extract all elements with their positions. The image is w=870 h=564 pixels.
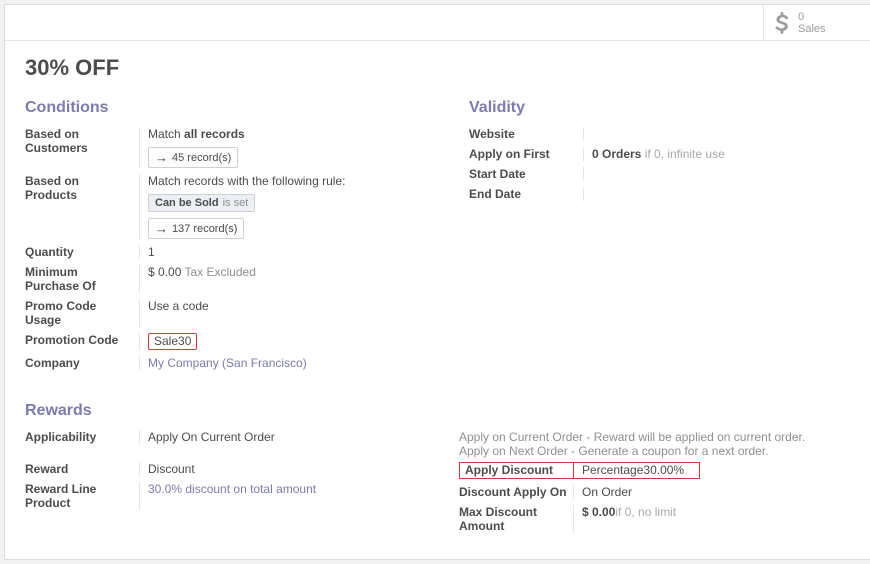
conditions-heading: Conditions: [25, 99, 409, 117]
desc-current-strong: Apply on Current Order -: [459, 430, 590, 444]
val-applicability: Apply On Current Order: [140, 430, 419, 444]
company-link[interactable]: My Company (San Francisco): [148, 356, 307, 370]
val-website: [584, 127, 853, 141]
arrow-right-icon: →: [155, 150, 168, 165]
validity-section: Validity Website Apply on First 0 Orders…: [469, 99, 853, 376]
val-apply-first: 0 Orders if 0, infinite use: [584, 147, 853, 161]
rule-can-be-sold[interactable]: Can be Sold is set: [148, 194, 255, 212]
min-purchase-amount: $ 0.00: [148, 265, 181, 279]
validity-heading: Validity: [469, 99, 853, 117]
conditions-section: Conditions Based on Customers Match all …: [25, 99, 409, 376]
max-discount-amount: $ 0.00: [582, 505, 615, 519]
val-end-date: [584, 187, 853, 201]
label-apply-first: Apply on First: [469, 147, 584, 161]
val-based-products: Match records with the following rule: C…: [140, 174, 409, 239]
val-apply-discount: Percentage30.00%: [574, 462, 853, 479]
products-match-text: Match records with the following rule:: [148, 174, 409, 188]
val-promo-usage: Use a code: [140, 299, 409, 327]
val-company: My Company (San Francisco): [140, 356, 409, 370]
label-applicability: Applicability: [25, 430, 140, 444]
ribbon-label: Sales: [798, 23, 826, 35]
products-records-button[interactable]: → 137 record(s): [148, 218, 244, 239]
apply-discount-box: Percentage30.00%: [574, 462, 700, 479]
val-based-customers: Match all records → 45 record(s): [140, 127, 409, 168]
customers-records-count: 45 record(s): [172, 152, 231, 164]
desc-current-text: Reward will be applied on current order.: [590, 430, 805, 444]
val-reward: Discount: [140, 462, 419, 476]
label-min-purchase: Minimum Purchase Of: [25, 265, 140, 293]
match-text: Match: [148, 127, 181, 141]
label-quantity: Quantity: [25, 245, 140, 259]
rule-op: is set: [223, 197, 249, 209]
val-reward-line: 30.0% discount on total amount: [140, 482, 419, 510]
apply-discount-type: Percentage: [582, 463, 643, 477]
label-discount-on: Discount Apply On: [459, 485, 574, 499]
ribbon-text: 0 Sales: [798, 11, 826, 35]
label-reward: Reward: [25, 462, 140, 476]
val-min-purchase: $ 0.00 Tax Excluded: [140, 265, 409, 293]
val-promotion-code: Sale30: [140, 333, 409, 350]
desc-current: Apply on Current Order - Reward will be …: [459, 430, 853, 444]
val-discount-on: On Order: [574, 485, 853, 499]
sales-ribbon[interactable]: 0 Sales: [763, 5, 870, 40]
label-end-date: End Date: [469, 187, 584, 201]
label-website: Website: [469, 127, 584, 141]
min-purchase-tax: Tax Excluded: [185, 265, 256, 279]
label-promotion-code: Promotion Code: [25, 333, 140, 350]
label-reward-line: Reward Line Product: [25, 482, 140, 510]
label-based-customers: Based on Customers: [25, 127, 140, 168]
rule-field: Can be Sold: [155, 197, 219, 209]
products-records-count: 137 record(s): [172, 223, 237, 235]
apply-discount-pct: 30.00%: [643, 463, 684, 477]
max-discount-hint: if 0, no limit: [615, 505, 676, 519]
val-max-discount: $ 0.00if 0, no limit: [574, 505, 853, 533]
desc-next: Apply on Next Order - Generate a coupon …: [459, 444, 853, 458]
reward-line-link[interactable]: 30.0% discount on total amount: [148, 482, 316, 496]
rewards-heading: Rewards: [25, 402, 853, 420]
customers-records-button[interactable]: → 45 record(s): [148, 147, 238, 168]
apply-first-value: 0 Orders: [592, 147, 641, 161]
content: 30% OFF Conditions Based on Customers Ma…: [5, 41, 870, 559]
val-start-date: [584, 167, 853, 181]
desc-next-text: Generate a coupon for a next order.: [575, 444, 768, 458]
ribbon-count: 0: [798, 11, 826, 23]
all-records: all records: [184, 127, 245, 141]
dollar-icon: [774, 12, 790, 34]
apply-first-hint: if 0, infinite use: [645, 147, 725, 161]
label-company: Company: [25, 356, 140, 370]
label-promo-usage: Promo Code Usage: [25, 299, 140, 327]
page-title: 30% OFF: [25, 55, 853, 81]
page: 0 Sales 30% OFF Conditions Based on Cust…: [4, 4, 870, 560]
promotion-code-box: Sale30: [148, 333, 197, 350]
desc-next-strong: Apply on Next Order -: [459, 444, 575, 458]
label-based-products: Based on Products: [25, 174, 140, 239]
topbar: 0 Sales: [5, 5, 870, 41]
arrow-right-icon: →: [155, 221, 168, 236]
label-apply-discount: Apply Discount: [459, 462, 574, 479]
label-max-discount: Max Discount Amount: [459, 505, 574, 533]
label-start-date: Start Date: [469, 167, 584, 181]
val-quantity: 1: [140, 245, 409, 259]
